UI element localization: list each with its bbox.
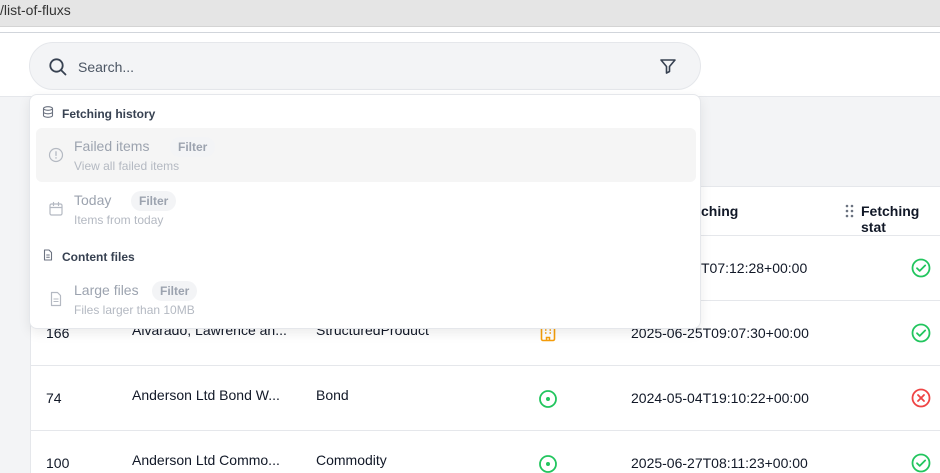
suggestion-failed-items[interactable]: Failed items Filter View all failed item… xyxy=(36,128,696,182)
suggestion-label: Failed items xyxy=(74,138,150,154)
row-divider xyxy=(30,365,940,366)
group-header-content-files: Content files xyxy=(42,248,135,266)
id-cell: 74 xyxy=(46,390,62,406)
file-text-icon xyxy=(48,291,64,312)
alert-circle-icon xyxy=(48,147,64,168)
calendar-icon xyxy=(48,201,64,222)
database-icon xyxy=(42,105,54,123)
suggestion-description: Items from today xyxy=(74,213,164,227)
name-cell[interactable]: Anderson Ltd Bond W... xyxy=(132,387,280,403)
search-input[interactable] xyxy=(78,55,638,79)
last-fetching-cell: 2025-06-27T08:11:23+00:00 xyxy=(631,455,808,471)
id-cell: 100 xyxy=(46,455,70,471)
group-header-fetching-history: Fetching history xyxy=(42,105,155,123)
name-cell[interactable]: Anderson Ltd Commo... xyxy=(132,452,280,468)
column-header-last-fetching[interactable]: ching xyxy=(701,203,738,219)
column-header-fetching-status[interactable]: Fetching stat xyxy=(861,203,940,235)
filter-icon[interactable] xyxy=(659,57,677,80)
suggestion-label: Today xyxy=(74,192,112,208)
file-icon xyxy=(42,248,54,266)
filter-badge: Filter xyxy=(131,191,177,211)
group-label: Content files xyxy=(62,250,135,264)
search-icon xyxy=(48,57,68,82)
check-circle-icon xyxy=(911,258,931,283)
suggestion-label: Large files xyxy=(74,282,139,298)
type-cell: Commodity xyxy=(316,452,387,468)
filter-badge: Filter xyxy=(170,137,216,157)
suggestion-today[interactable]: Today Filter Items from today xyxy=(36,182,696,236)
suggestion-large-files[interactable]: Large files Filter Files larger than 10M… xyxy=(36,272,696,326)
check-circle-icon xyxy=(911,453,931,473)
last-fetching-cell: T07:12:28+00:00 xyxy=(701,260,808,276)
address-bar-text: /list-of-fluxs xyxy=(0,2,71,18)
x-circle-icon xyxy=(911,388,931,413)
search-bar[interactable] xyxy=(29,42,701,90)
drag-handle-icon[interactable] xyxy=(845,204,855,223)
search-suggestions-dropdown: Fetching history Failed items Filter Vie… xyxy=(29,94,701,329)
type-cell: Bond xyxy=(316,387,349,403)
address-bar[interactable]: /list-of-fluxs xyxy=(0,0,940,27)
target-icon xyxy=(538,454,558,473)
last-fetching-cell: 2024-05-04T19:10:22+00:00 xyxy=(631,390,809,406)
group-label: Fetching history xyxy=(62,107,156,121)
suggestion-description: Files larger than 10MB xyxy=(74,303,195,317)
row-divider xyxy=(30,430,940,431)
suggestion-description: View all failed items xyxy=(74,159,180,173)
check-circle-icon xyxy=(911,323,931,348)
target-icon xyxy=(538,389,558,414)
filter-badge: Filter xyxy=(152,281,198,301)
